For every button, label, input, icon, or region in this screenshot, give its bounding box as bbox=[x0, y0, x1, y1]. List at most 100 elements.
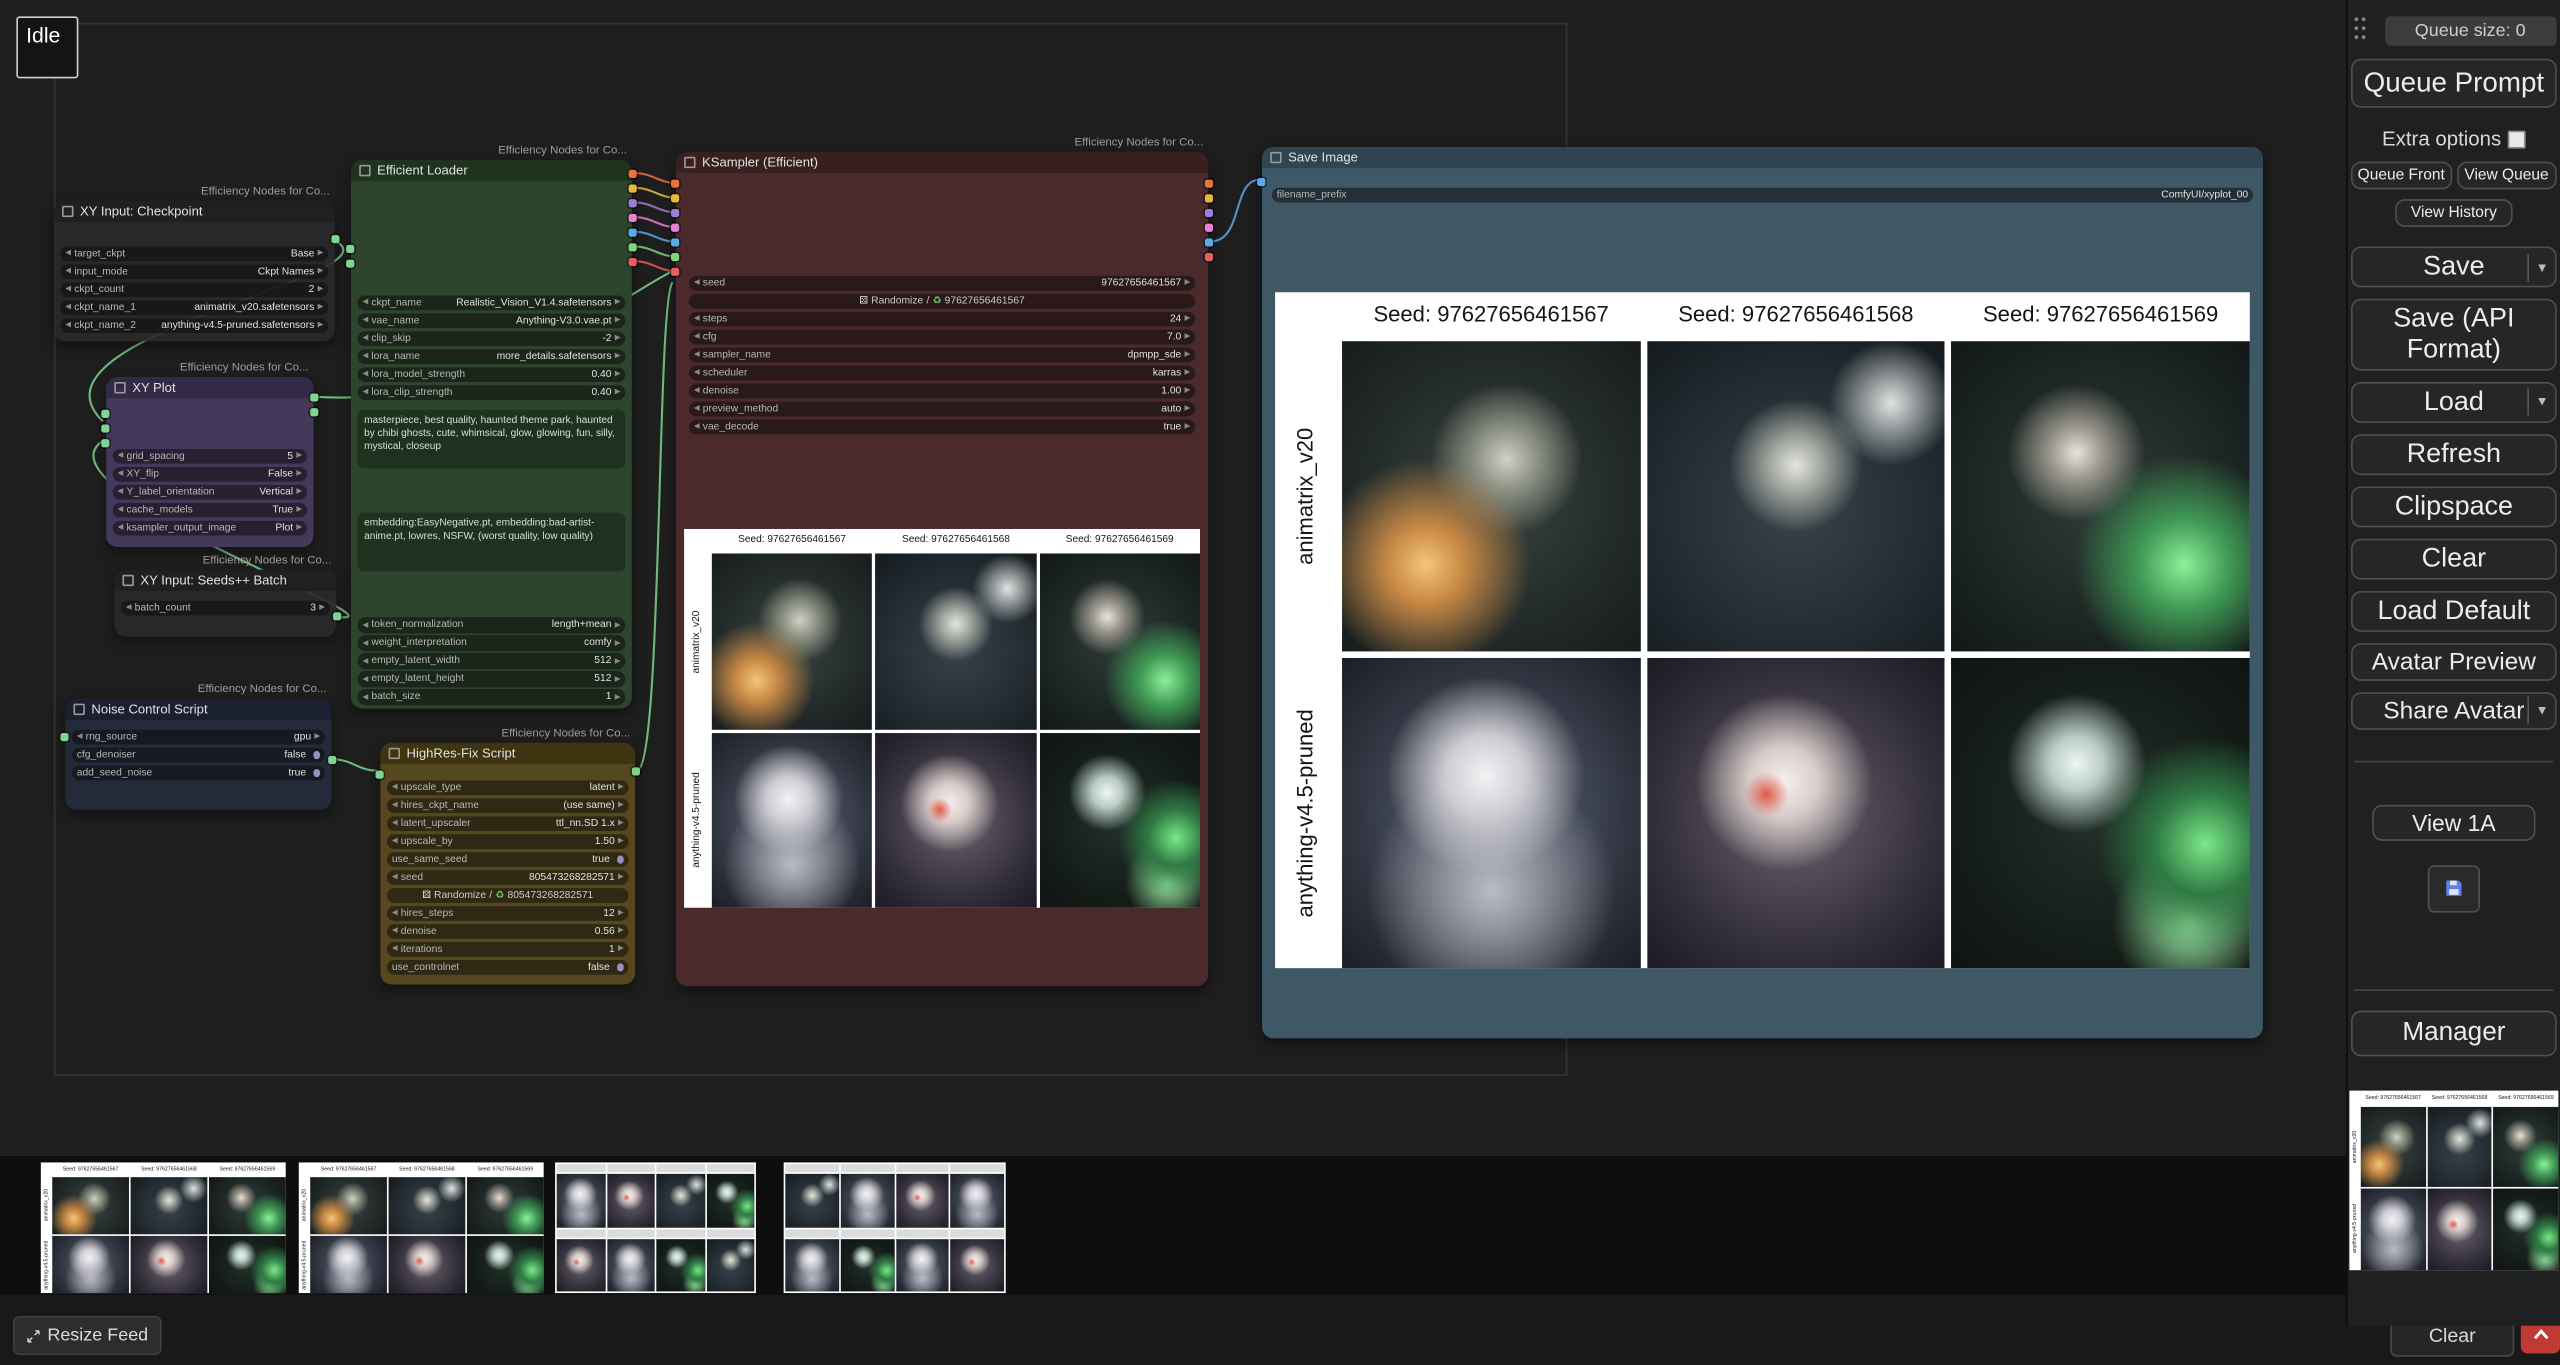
decrement-arrow[interactable]: ◀ bbox=[694, 369, 700, 376]
input-slot[interactable] bbox=[671, 209, 679, 217]
queue-prompt-button[interactable]: Queue Prompt bbox=[2351, 59, 2557, 108]
node-title-bar[interactable]: Efficient Loader bbox=[351, 160, 632, 181]
widget-row[interactable]: ◀ denoise 1.00 ▶ ⚄/♻ bbox=[689, 383, 1195, 399]
widget-row[interactable]: ◀ ckpt_count 2 ▶ ⚄/♻ bbox=[60, 282, 328, 298]
decrement-arrow[interactable]: ◀ bbox=[362, 299, 368, 306]
decrement-arrow[interactable]: ◀ bbox=[118, 524, 124, 531]
collapse-icon[interactable] bbox=[359, 165, 370, 176]
save-button[interactable]: Save ▼ bbox=[2351, 247, 2557, 288]
decrement-arrow[interactable]: ◀ bbox=[362, 389, 368, 396]
widget-row[interactable]: ◀ denoise 0.56 ▶ ⚄/♻ bbox=[387, 923, 629, 939]
increment-arrow[interactable]: ▶ bbox=[296, 452, 302, 459]
output-slot[interactable] bbox=[331, 235, 339, 243]
output-slot[interactable] bbox=[328, 756, 336, 764]
decrement-arrow[interactable]: ◀ bbox=[392, 802, 398, 809]
share-avatar-button[interactable]: Share Avatar ▼ bbox=[2351, 692, 2557, 730]
widget-row[interactable]: ◀ grid_spacing 5 ▶ ⚄/♻ bbox=[113, 448, 307, 464]
increment-arrow[interactable]: ▶ bbox=[618, 820, 624, 827]
node-efficient-loader[interactable]: Efficiency Nodes for Co... Efficient Loa… bbox=[351, 160, 632, 709]
collapse-icon[interactable] bbox=[62, 206, 73, 217]
load-dropdown-arrow[interactable]: ▼ bbox=[2527, 388, 2551, 416]
save-dropdown-arrow[interactable]: ▼ bbox=[2527, 253, 2551, 281]
node-noise-control-script[interactable]: Efficiency Nodes for Co... Noise Control… bbox=[65, 699, 331, 810]
widget-row[interactable]: ◀ input_mode Ckpt Names ▶ ⚄/♻ bbox=[60, 264, 328, 280]
avatar-preview-button[interactable]: Avatar Preview bbox=[2351, 643, 2557, 681]
output-slot[interactable] bbox=[629, 184, 637, 192]
output-slot[interactable] bbox=[310, 393, 318, 401]
input-slot[interactable] bbox=[671, 224, 679, 232]
widget-row[interactable]: ◀ ▶ ⚄Randomize/♻97627656461567 bbox=[689, 293, 1195, 309]
queue-front-button[interactable]: Queue Front bbox=[2351, 162, 2451, 190]
output-slot[interactable] bbox=[310, 408, 318, 416]
decrement-arrow[interactable]: ◀ bbox=[65, 250, 71, 257]
increment-arrow[interactable]: ▶ bbox=[615, 639, 621, 646]
increment-arrow[interactable]: ▶ bbox=[1185, 315, 1191, 322]
increment-arrow[interactable]: ▶ bbox=[615, 335, 621, 342]
collapse-icon[interactable] bbox=[1270, 152, 1281, 163]
widget-row[interactable]: ◀ hires_steps 12 ▶ ⚄/♻ bbox=[387, 905, 629, 921]
widget-row[interactable]: ◀ lora_name more_details.safetensors ▶ ⚄… bbox=[358, 349, 626, 365]
widget-row[interactable]: ◀ cfg 7.0 ▶ ⚄/♻ bbox=[689, 329, 1195, 345]
input-slot[interactable] bbox=[101, 424, 109, 432]
decrement-arrow[interactable]: ◀ bbox=[392, 945, 398, 952]
increment-arrow[interactable]: ▶ bbox=[618, 927, 624, 934]
increment-arrow[interactable]: ▶ bbox=[615, 353, 621, 360]
node-save-image[interactable]: Save Image ◀ filename_prefix ComfyUI/xyp… bbox=[1262, 147, 2263, 1038]
decrement-arrow[interactable]: ◀ bbox=[362, 693, 368, 700]
clipspace-button[interactable]: Clipspace bbox=[2351, 486, 2557, 527]
decrement-arrow[interactable]: ◀ bbox=[362, 317, 368, 324]
increment-arrow[interactable]: ▶ bbox=[318, 268, 324, 275]
decrement-arrow[interactable]: ◀ bbox=[118, 506, 124, 513]
output-slot[interactable] bbox=[629, 258, 637, 266]
decrement-arrow[interactable]: ◀ bbox=[118, 470, 124, 477]
node-highres-fix-script[interactable]: Efficiency Nodes for Co... HighRes-Fix S… bbox=[380, 743, 635, 985]
menu-drag-handle[interactable] bbox=[2353, 15, 2368, 41]
input-slot[interactable] bbox=[60, 733, 68, 741]
decrement-arrow[interactable]: ◀ bbox=[362, 621, 368, 628]
collapse-icon[interactable] bbox=[389, 748, 400, 759]
widget-row[interactable]: ◀ upscale_type latent ▶ ⚄/♻ bbox=[387, 780, 629, 796]
decrement-arrow[interactable]: ◀ bbox=[392, 909, 398, 916]
decrement-arrow[interactable]: ◀ bbox=[362, 675, 368, 682]
decrement-arrow[interactable]: ◀ bbox=[694, 405, 700, 412]
widget-row[interactable]: ◀ seed 97627656461567 ▶ ⚄/♻ bbox=[689, 275, 1195, 291]
increment-arrow[interactable]: ▶ bbox=[296, 506, 302, 513]
load-default-button[interactable]: Load Default bbox=[2351, 591, 2557, 632]
widget-row[interactable]: ◀ batch_size 1 ▶ ⚄/♻ bbox=[358, 689, 626, 705]
decrement-arrow[interactable]: ◀ bbox=[694, 423, 700, 430]
increment-arrow[interactable]: ▶ bbox=[615, 371, 621, 378]
collapse-icon[interactable] bbox=[122, 575, 133, 586]
widget-row[interactable]: ◀ token_normalization length+mean ▶ ⚄/♻ bbox=[358, 617, 626, 633]
widget-row[interactable]: ◀ lora_clip_strength 0.40 ▶ ⚄/♻ bbox=[358, 384, 626, 400]
node-title-bar[interactable]: KSampler (Efficient) bbox=[676, 152, 1208, 173]
increment-arrow[interactable]: ▶ bbox=[314, 733, 320, 740]
widget-row[interactable]: ◀ vae_name Anything-V3.0.vae.pt ▶ ⚄/♻ bbox=[358, 313, 626, 329]
output-slot[interactable] bbox=[1205, 180, 1213, 188]
decrement-arrow[interactable]: ◀ bbox=[694, 333, 700, 340]
input-slot[interactable] bbox=[376, 771, 384, 779]
widget-row[interactable]: ◀ cfg_denoiser false ▶ ⚄/♻ bbox=[72, 747, 325, 763]
increment-arrow[interactable]: ▶ bbox=[615, 693, 621, 700]
widget-row[interactable]: ◀ empty_latent_height 512 ▶ ⚄/♻ bbox=[358, 671, 626, 687]
toggle-dot[interactable] bbox=[616, 856, 623, 863]
decrement-arrow[interactable]: ◀ bbox=[126, 604, 132, 611]
input-slot[interactable] bbox=[671, 238, 679, 246]
node-title-bar[interactable]: XY Input: Checkpoint bbox=[54, 201, 335, 222]
input-slot[interactable] bbox=[671, 268, 679, 276]
save-api-format-button[interactable]: Save (API Format) bbox=[2351, 299, 2557, 371]
decrement-arrow[interactable]: ◀ bbox=[362, 335, 368, 342]
node-xy-input-checkpoint[interactable]: Efficiency Nodes for Co... XY Input: Che… bbox=[54, 201, 335, 341]
widget-row[interactable]: ◀ batch_count 3 ▶ ⚄/♻ bbox=[121, 600, 330, 616]
increment-arrow[interactable]: ▶ bbox=[615, 317, 621, 324]
output-slot[interactable] bbox=[629, 229, 637, 237]
view-queue-button[interactable]: View Queue bbox=[2456, 162, 2556, 190]
increment-arrow[interactable]: ▶ bbox=[1185, 351, 1191, 358]
collapse-icon[interactable] bbox=[73, 704, 84, 715]
increment-arrow[interactable]: ▶ bbox=[296, 470, 302, 477]
input-slot[interactable] bbox=[101, 439, 109, 447]
menu-preview-thumbnail[interactable]: Seed: 97627656461567 Seed: 9762765646156… bbox=[2349, 1091, 2558, 1271]
widget-row[interactable]: ◀ ckpt_name_1 animatrix_v20.safetensors … bbox=[60, 300, 328, 316]
output-slot[interactable] bbox=[629, 214, 637, 222]
input-slot[interactable] bbox=[671, 253, 679, 261]
input-slot[interactable] bbox=[346, 260, 354, 268]
